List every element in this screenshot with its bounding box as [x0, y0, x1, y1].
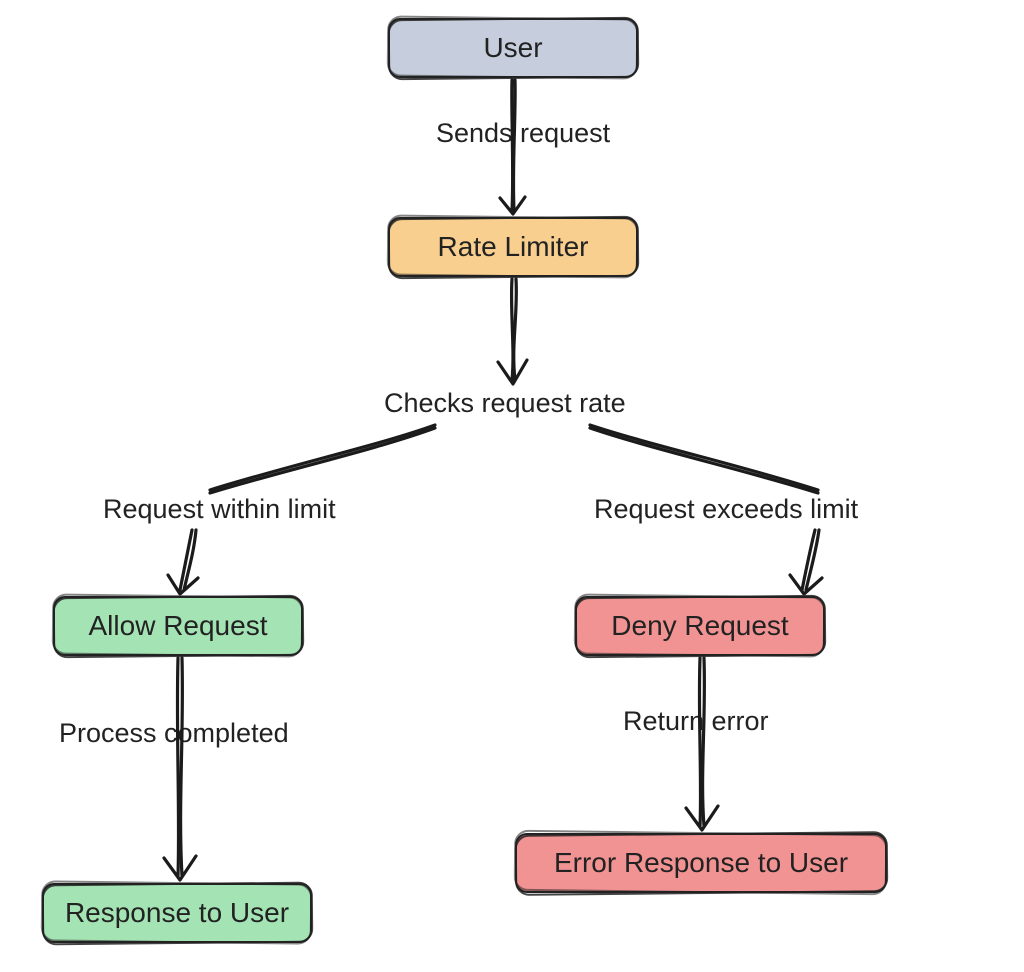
node-user-label: User [483, 32, 542, 64]
label-sends-request: Sends request [436, 118, 610, 149]
node-response-to-user: Response to User [42, 883, 312, 943]
label-process-completed: Process completed [59, 718, 289, 749]
node-allow-request-label: Allow Request [89, 610, 268, 642]
label-return-error: Return error [623, 706, 769, 737]
label-checks-request-rate: Checks request rate [384, 388, 626, 419]
node-deny-request-label: Deny Request [611, 610, 788, 642]
node-rate-limiter-label: Rate Limiter [438, 231, 589, 263]
node-rate-limiter: Rate Limiter [388, 217, 638, 277]
arrow-checks-request-rate [498, 279, 527, 384]
label-exceeds-limit: Request exceeds limit [594, 494, 858, 525]
node-error-response-to-user-label: Error Response to User [554, 847, 848, 879]
node-error-response-to-user: Error Response to User [515, 833, 887, 893]
arrow-return-error [686, 658, 718, 830]
node-user: User [388, 18, 638, 78]
label-within-limit: Request within limit [103, 494, 336, 525]
node-response-to-user-label: Response to User [65, 897, 289, 929]
arrow-process-completed [164, 658, 196, 880]
node-allow-request: Allow Request [53, 596, 303, 656]
node-deny-request: Deny Request [575, 596, 825, 656]
